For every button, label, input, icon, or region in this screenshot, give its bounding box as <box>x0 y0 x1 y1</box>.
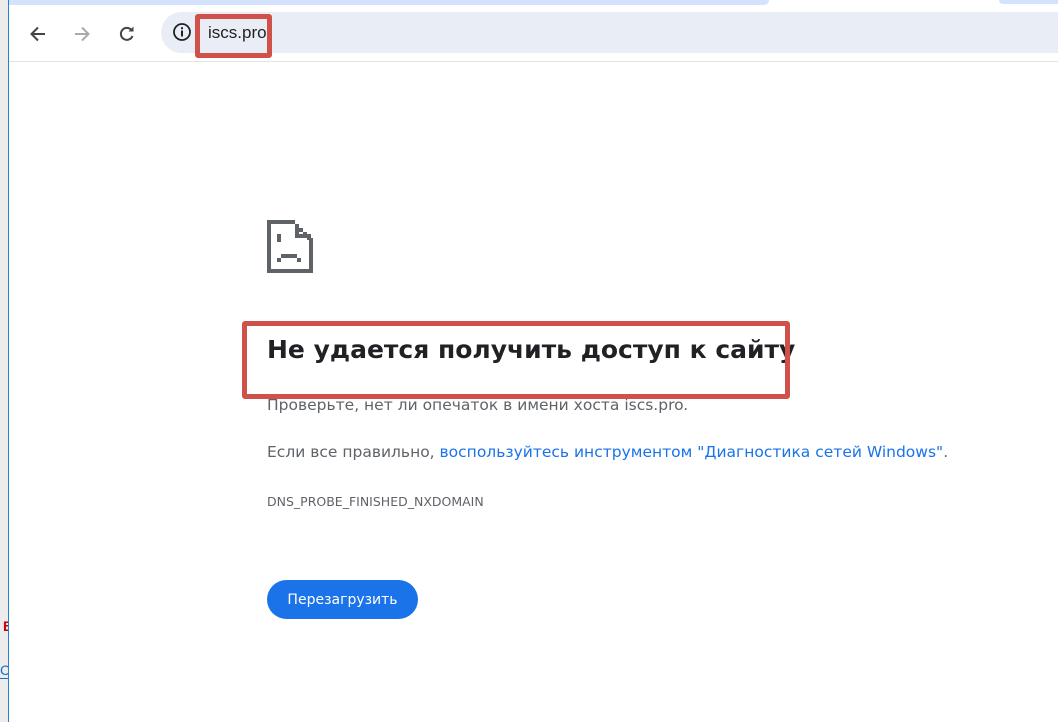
arrow-right-icon <box>75 26 90 42</box>
arrow-left-icon <box>30 26 45 42</box>
network-diagnostics-link[interactable]: воспользуйтесь инструментом "Диагностика… <box>440 443 944 461</box>
info-icon[interactable] <box>172 22 192 42</box>
forward-button[interactable] <box>67 19 97 49</box>
suggestion-text: Если все правильно, <box>267 443 440 461</box>
tab[interactable] <box>999 0 1058 4</box>
tab-strip <box>9 0 1058 7</box>
sad-page-icon <box>267 220 313 273</box>
reload-icon <box>119 26 134 41</box>
toolbar: iscs.pro <box>9 7 1058 62</box>
reload-button[interactable] <box>112 19 142 49</box>
back-button[interactable] <box>23 19 53 49</box>
active-tab[interactable] <box>9 0 769 5</box>
address-bar[interactable]: iscs.pro <box>161 12 1058 53</box>
suggestion-end: . <box>943 443 949 461</box>
title-highlight-box <box>242 321 790 399</box>
reload-page-button[interactable]: Перезагрузить <box>267 580 418 619</box>
error-code: DNS_PROBE_FINISHED_NXDOMAIN <box>267 494 484 509</box>
browser-window: iscs.pro Не удается получить доступ к са… <box>8 0 1058 722</box>
error-suggestion: Если все правильно, воспользуйтесь инстр… <box>267 443 948 461</box>
url-highlight-box <box>195 14 272 58</box>
